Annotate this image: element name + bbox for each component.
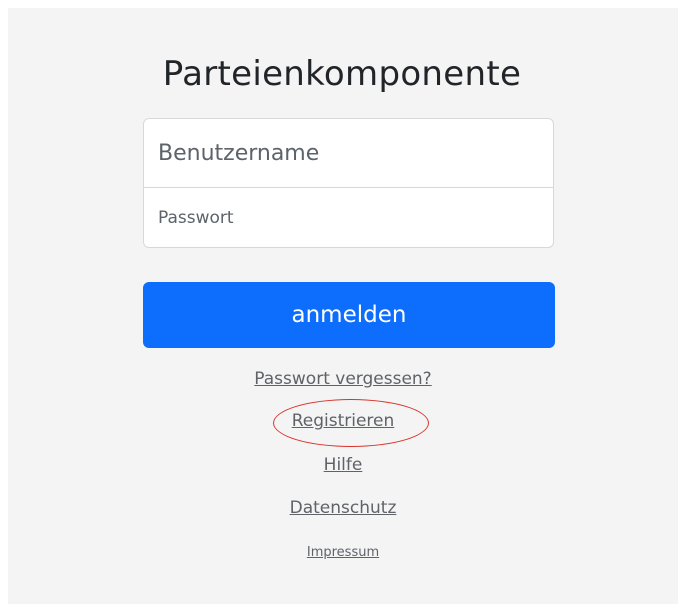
username-field[interactable] [144, 119, 553, 188]
forgot-password-row: Passwort vergessen? [8, 369, 678, 389]
register-link[interactable]: Registrieren [292, 411, 395, 431]
privacy-link[interactable]: Datenschutz [290, 498, 397, 518]
imprint-row: Impressum [8, 545, 678, 560]
help-link[interactable]: Hilfe [324, 455, 363, 475]
register-row: Registrieren [8, 411, 678, 431]
page-title: Parteienkomponente [162, 54, 522, 94]
imprint-link[interactable]: Impressum [307, 545, 379, 560]
login-button[interactable]: anmelden [143, 282, 555, 348]
password-field[interactable] [144, 188, 553, 247]
privacy-row: Datenschutz [8, 498, 678, 518]
help-row: Hilfe [8, 455, 678, 475]
credentials-group [143, 118, 554, 248]
login-page: Parteienkomponente anmelden Passwort ver… [8, 8, 678, 604]
forgot-password-link[interactable]: Passwort vergessen? [254, 369, 431, 389]
